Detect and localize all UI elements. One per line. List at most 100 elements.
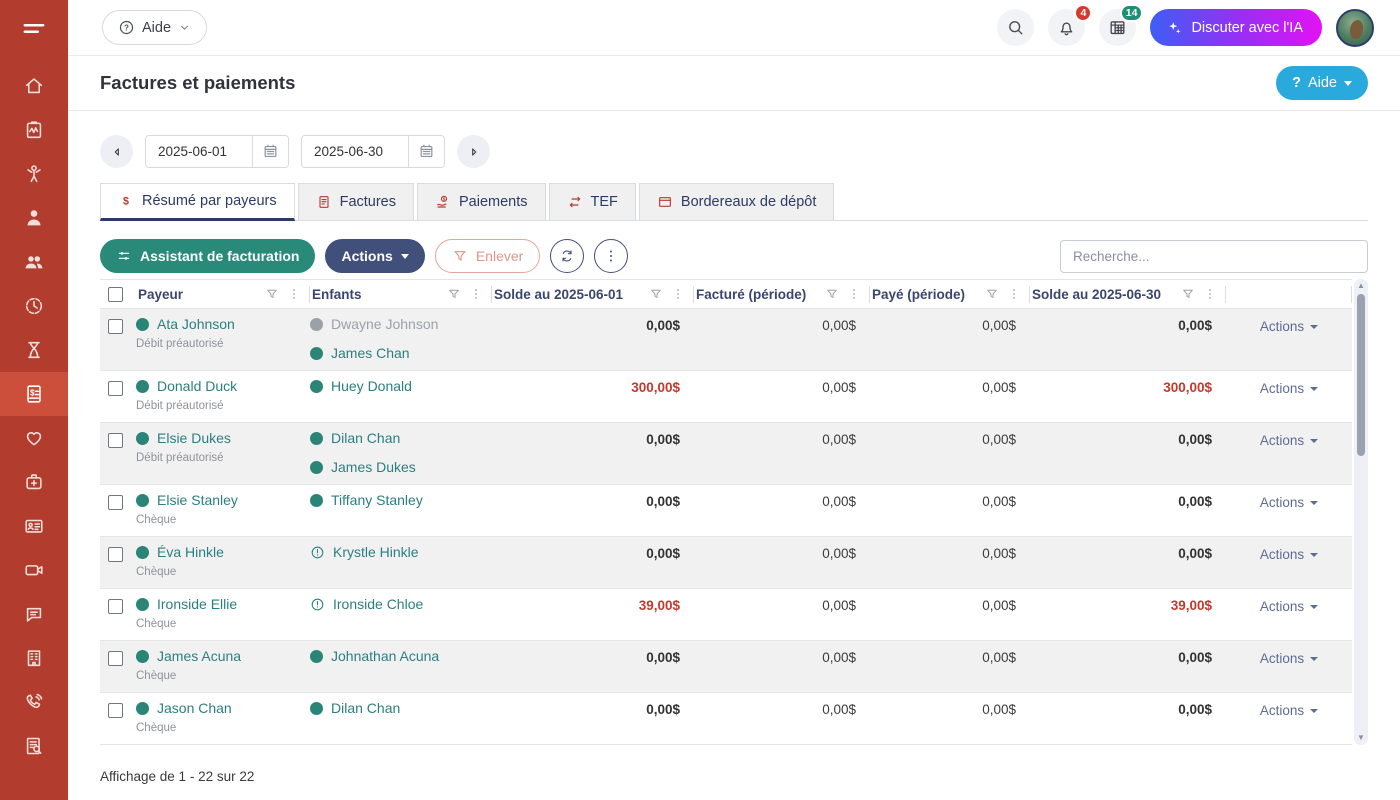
tab-tef[interactable]: TEF bbox=[549, 183, 636, 221]
table-row: Ata JohnsonDébit préautoriséDwayne Johns… bbox=[100, 309, 1352, 371]
start-date-calendar-button[interactable] bbox=[252, 136, 288, 167]
column-header-solde-au-2025-06-30[interactable]: Solde au 2025-06-30 bbox=[1030, 286, 1226, 303]
page-help-button[interactable]: Aide bbox=[1276, 66, 1368, 100]
row-checkbox[interactable] bbox=[108, 547, 123, 562]
row-checkbox[interactable] bbox=[108, 495, 123, 510]
schedule-button[interactable]: 14 bbox=[1099, 9, 1136, 46]
row-actions-button[interactable]: Actions bbox=[1260, 381, 1318, 396]
sidebar-item-billing[interactable]: $ bbox=[0, 372, 68, 416]
row-actions-button[interactable]: Actions bbox=[1260, 599, 1318, 614]
child-link[interactable]: Tiffany Stanley bbox=[331, 492, 423, 508]
sidebar-item-video[interactable] bbox=[0, 548, 68, 592]
hamburger-menu-button[interactable] bbox=[0, 0, 68, 58]
table-row: Jason ChanChèqueDilan Chan0,00$0,00$0,00… bbox=[100, 693, 1352, 745]
child-entry: Johnathan Acuna bbox=[310, 648, 492, 664]
tab-factures[interactable]: Factures bbox=[298, 183, 414, 221]
scrollbar-thumb[interactable] bbox=[1357, 294, 1365, 456]
invoice-icon bbox=[316, 194, 332, 210]
row-checkbox-cell bbox=[100, 492, 136, 527]
row-actions-button[interactable]: Actions bbox=[1260, 703, 1318, 718]
sidebar-item-activity[interactable] bbox=[0, 108, 68, 152]
tab-resume-par-payeurs[interactable]: $Résumé par payeurs bbox=[100, 183, 295, 221]
payer-link[interactable]: Elsie Stanley bbox=[157, 492, 238, 508]
table-vertical-scrollbar[interactable]: ▲ ▼ bbox=[1354, 279, 1368, 745]
sidebar-item-idcard[interactable] bbox=[0, 504, 68, 548]
next-period-button[interactable] bbox=[457, 135, 490, 168]
child-link[interactable]: Dwayne Johnson bbox=[331, 316, 438, 332]
sidebar-item-child[interactable] bbox=[0, 152, 68, 196]
child-link[interactable]: Dilan Chan bbox=[331, 430, 400, 446]
row-actions-button[interactable]: Actions bbox=[1260, 495, 1318, 510]
start-date-input[interactable] bbox=[146, 136, 252, 167]
warning-icon bbox=[310, 545, 325, 560]
child-link[interactable]: James Chan bbox=[331, 345, 410, 361]
tab-paiements[interactable]: $Paiements bbox=[417, 183, 546, 221]
refresh-button[interactable] bbox=[550, 239, 584, 273]
child-link[interactable]: Huey Donald bbox=[331, 378, 412, 394]
payer-link[interactable]: Donald Duck bbox=[157, 378, 237, 394]
row-checkbox[interactable] bbox=[108, 703, 123, 718]
scrollbar-down-arrow[interactable]: ▼ bbox=[1354, 733, 1368, 743]
payer-link[interactable]: Elsie Dukes bbox=[157, 430, 231, 446]
child-link[interactable]: Johnathan Acuna bbox=[331, 648, 439, 664]
payer-link[interactable]: Jason Chan bbox=[157, 700, 232, 716]
user-avatar[interactable] bbox=[1336, 9, 1374, 47]
child-status-dot bbox=[310, 461, 323, 474]
remove-filter-button[interactable]: Enlever bbox=[435, 239, 540, 273]
search-button[interactable] bbox=[997, 9, 1034, 46]
sidebar-item-hourglass[interactable] bbox=[0, 328, 68, 372]
sidebar-item-families[interactable] bbox=[0, 240, 68, 284]
sidebar-item-staff[interactable] bbox=[0, 196, 68, 240]
row-actions-button[interactable]: Actions bbox=[1260, 547, 1318, 562]
tab-bordereaux-de-depot[interactable]: Bordereaux de dépôt bbox=[639, 183, 834, 221]
chat-ai-button[interactable]: Discuter avec l'IA bbox=[1150, 9, 1322, 46]
notifications-button[interactable]: 4 bbox=[1048, 9, 1085, 46]
families-icon bbox=[23, 251, 45, 273]
row-actions-cell: Actions bbox=[1226, 700, 1352, 735]
invoiced-value: 0,00$ bbox=[694, 378, 870, 413]
end-date-input[interactable] bbox=[302, 136, 408, 167]
payer-link[interactable]: Ata Johnson bbox=[157, 316, 235, 332]
row-actions-button[interactable]: Actions bbox=[1260, 319, 1318, 334]
column-header-payeur[interactable]: Payeur bbox=[136, 286, 310, 303]
billing-assistant-button[interactable]: Assistant de facturation bbox=[100, 239, 315, 273]
more-options-button[interactable] bbox=[594, 239, 628, 273]
payment-method: Chèque bbox=[136, 722, 310, 735]
child-link[interactable]: Dilan Chan bbox=[331, 700, 400, 716]
sidebar-item-chat[interactable] bbox=[0, 592, 68, 636]
payer-link[interactable]: Ironside Ellie bbox=[157, 596, 237, 612]
sidebar-item-phone[interactable] bbox=[0, 680, 68, 724]
payer-link[interactable]: Éva Hinkle bbox=[157, 544, 224, 560]
end-date-calendar-button[interactable] bbox=[408, 136, 444, 167]
payer-link[interactable]: James Acuna bbox=[157, 648, 241, 664]
column-header-solde-au-2025-06-01[interactable]: Solde au 2025-06-01 bbox=[492, 286, 694, 303]
row-actions-button[interactable]: Actions bbox=[1260, 651, 1318, 666]
table-search-input[interactable] bbox=[1060, 240, 1368, 273]
sidebar-item-clock[interactable] bbox=[0, 284, 68, 328]
column-header-facture-periode[interactable]: Facturé (période) bbox=[694, 286, 870, 303]
sidebar-item-heart[interactable] bbox=[0, 416, 68, 460]
child-link[interactable]: Krystle Hinkle bbox=[333, 544, 419, 560]
sidebar-item-home[interactable] bbox=[0, 64, 68, 108]
child-link[interactable]: Ironside Chloe bbox=[333, 596, 423, 612]
previous-period-button[interactable] bbox=[100, 135, 133, 168]
sidebar-item-medkit[interactable] bbox=[0, 460, 68, 504]
row-checkbox[interactable] bbox=[108, 319, 123, 334]
row-checkbox[interactable] bbox=[108, 433, 123, 448]
svg-text:$: $ bbox=[123, 196, 129, 208]
svg-text:$: $ bbox=[30, 388, 35, 397]
sidebar-item-building[interactable] bbox=[0, 636, 68, 680]
row-checkbox[interactable] bbox=[108, 651, 123, 666]
payer-status-dot bbox=[136, 432, 149, 445]
scrollbar-up-arrow[interactable]: ▲ bbox=[1354, 281, 1368, 291]
row-checkbox[interactable] bbox=[108, 599, 123, 614]
help-dropdown-button[interactable]: ? Aide bbox=[102, 10, 207, 45]
sidebar-item-report[interactable] bbox=[0, 724, 68, 768]
child-link[interactable]: James Dukes bbox=[331, 459, 416, 475]
actions-dropdown-button[interactable]: Actions bbox=[325, 239, 424, 273]
row-actions-button[interactable]: Actions bbox=[1260, 433, 1318, 448]
row-checkbox[interactable] bbox=[108, 381, 123, 396]
column-header-paye-periode[interactable]: Payé (période) bbox=[870, 286, 1030, 303]
column-header-enfants[interactable]: Enfants bbox=[310, 286, 492, 303]
select-all-checkbox[interactable] bbox=[108, 287, 123, 302]
